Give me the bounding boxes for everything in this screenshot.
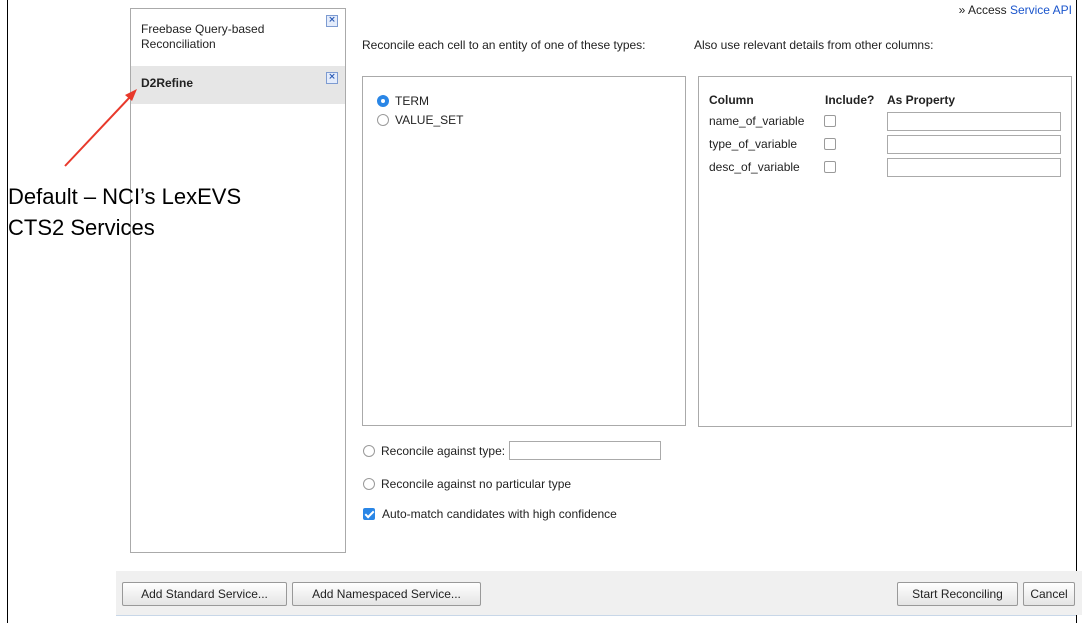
annotation-line: Default – NCI’s LexEVS [8, 184, 242, 209]
annotation-arrow [64, 89, 137, 167]
annotation-text: Default – NCI’s LexEVS CTS2 Services [8, 181, 241, 243]
annotation-line: CTS2 Services [8, 215, 155, 240]
